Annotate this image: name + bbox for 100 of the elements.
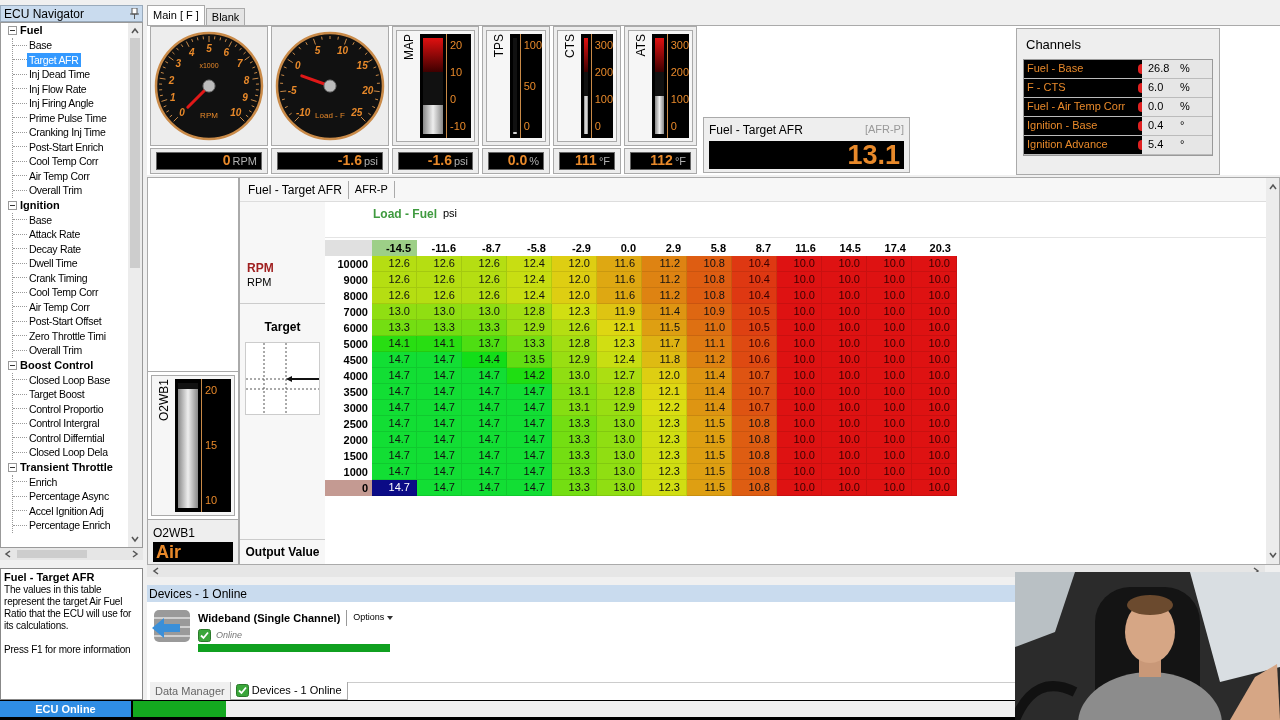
table-cell[interactable]: 12.0: [552, 256, 597, 272]
table-cell[interactable]: 10.0: [867, 288, 912, 304]
table-cell[interactable]: 10.0: [867, 400, 912, 416]
table-cell[interactable]: 10.8: [732, 416, 777, 432]
table-cell[interactable]: 14.7: [462, 464, 507, 480]
table-cell[interactable]: 13.1: [552, 384, 597, 400]
table-cell[interactable]: 13.0: [597, 416, 642, 432]
table-cell[interactable]: 10.0: [867, 272, 912, 288]
table-cell[interactable]: 10.0: [777, 336, 822, 352]
table-cell[interactable]: 10.0: [822, 400, 867, 416]
table-cell[interactable]: 10.4: [732, 272, 777, 288]
table-cell[interactable]: 10.0: [867, 384, 912, 400]
table-cell[interactable]: 10.0: [822, 384, 867, 400]
table-cell[interactable]: 14.7: [417, 400, 462, 416]
tree-item[interactable]: Crank Timing: [27, 270, 90, 285]
table-cell[interactable]: 10.0: [867, 320, 912, 336]
table-cell[interactable]: 12.7: [597, 368, 642, 384]
table-cell[interactable]: 10.0: [912, 416, 957, 432]
table-cell[interactable]: 14.7: [417, 448, 462, 464]
table-cell[interactable]: 12.8: [552, 336, 597, 352]
table-cell[interactable]: 12.6: [372, 256, 417, 272]
tree-item[interactable]: Inj Dead Time: [27, 67, 92, 82]
tree-item[interactable]: Cranking Inj Time: [27, 125, 108, 140]
table-cell[interactable]: 13.0: [462, 304, 507, 320]
table-cell[interactable]: 10.0: [822, 288, 867, 304]
table-cell[interactable]: 12.3: [642, 464, 687, 480]
table-cell[interactable]: 11.5: [642, 320, 687, 336]
table-cell[interactable]: 11.2: [687, 352, 732, 368]
tree-group[interactable]: Transient Throttle: [4, 459, 128, 475]
table-cell[interactable]: 13.3: [552, 480, 597, 496]
tree-item[interactable]: Prime Pulse Time: [27, 110, 109, 125]
table-cell[interactable]: 11.2: [642, 272, 687, 288]
table-cell[interactable]: 12.3: [642, 416, 687, 432]
table-cell[interactable]: 11.8: [642, 352, 687, 368]
table-cell[interactable]: 10.4: [732, 256, 777, 272]
table-cell[interactable]: 10.7: [732, 384, 777, 400]
table-cell[interactable]: 13.0: [417, 304, 462, 320]
table-cell[interactable]: 11.5: [687, 448, 732, 464]
tree-item[interactable]: Overall Trim: [27, 183, 84, 198]
table-cell[interactable]: 14.7: [507, 480, 552, 496]
table-cell[interactable]: 10.0: [912, 432, 957, 448]
table-cell[interactable]: 10.0: [912, 336, 957, 352]
table-cell[interactable]: 10.0: [912, 400, 957, 416]
table-cell[interactable]: 11.4: [687, 368, 732, 384]
table-cell[interactable]: 14.7: [462, 448, 507, 464]
table-cell[interactable]: 10.0: [777, 480, 822, 496]
table-cell[interactable]: 10.0: [822, 320, 867, 336]
table-cell[interactable]: 13.0: [597, 464, 642, 480]
table-cell[interactable]: 14.1: [417, 336, 462, 352]
table-cell[interactable]: 10.0: [867, 416, 912, 432]
table-cell[interactable]: 11.9: [597, 304, 642, 320]
table-cell[interactable]: 12.6: [417, 272, 462, 288]
table-cell[interactable]: 10.7: [732, 400, 777, 416]
table-cell[interactable]: 14.7: [372, 416, 417, 432]
column-header[interactable]: -14.5: [372, 240, 417, 256]
table-cell[interactable]: 12.4: [507, 288, 552, 304]
table-cell[interactable]: 10.0: [777, 432, 822, 448]
scroll-left-icon[interactable]: [151, 566, 161, 576]
table-cell[interactable]: 10.0: [777, 416, 822, 432]
table-cell[interactable]: 10.0: [777, 448, 822, 464]
table-cell[interactable]: 10.0: [822, 448, 867, 464]
table-cell[interactable]: 10.0: [912, 272, 957, 288]
table-cell[interactable]: 12.1: [642, 384, 687, 400]
tree-item[interactable]: Air Temp Corr: [27, 299, 92, 314]
table-cell[interactable]: 10.0: [777, 400, 822, 416]
table-cell[interactable]: 11.5: [687, 416, 732, 432]
table-cell[interactable]: 13.3: [552, 448, 597, 464]
tree-item[interactable]: Control Differntial: [27, 430, 107, 445]
tree-item[interactable]: Inj Firing Angle: [27, 96, 96, 111]
table-cell[interactable]: 10.0: [777, 352, 822, 368]
tree-item[interactable]: Closed Loop Base: [27, 372, 112, 387]
table-cell[interactable]: 14.7: [462, 432, 507, 448]
scroll-right-icon[interactable]: [130, 549, 140, 559]
tree-item[interactable]: Enrich: [27, 474, 59, 489]
table-cell[interactable]: 12.3: [597, 336, 642, 352]
table-cell[interactable]: 10.0: [822, 416, 867, 432]
table-cell[interactable]: 10.0: [912, 368, 957, 384]
table-cell[interactable]: 11.1: [687, 336, 732, 352]
table-cell[interactable]: 12.4: [597, 352, 642, 368]
table-cell[interactable]: 13.0: [597, 432, 642, 448]
scroll-left-icon[interactable]: [3, 549, 13, 559]
table-cell[interactable]: 11.6: [597, 272, 642, 288]
tree-item[interactable]: Accel Ignition Adj: [27, 503, 106, 518]
table-cell[interactable]: 13.3: [372, 320, 417, 336]
table-cell[interactable]: 10.8: [732, 464, 777, 480]
table-cell[interactable]: 10.0: [912, 448, 957, 464]
tree-item[interactable]: Air Temp Corr: [27, 168, 92, 183]
tree-item[interactable]: Cool Temp Corr: [27, 285, 101, 300]
table-cell[interactable]: 12.0: [552, 272, 597, 288]
table-cell[interactable]: 12.6: [462, 256, 507, 272]
table-cell[interactable]: 11.0: [687, 320, 732, 336]
tree-item[interactable]: Control Proportio: [27, 401, 106, 416]
table-cell[interactable]: 13.0: [372, 304, 417, 320]
table-cell[interactable]: 12.9: [507, 320, 552, 336]
table-cell[interactable]: 10.0: [777, 288, 822, 304]
table-cell[interactable]: 14.7: [462, 416, 507, 432]
table-cell[interactable]: 13.5: [507, 352, 552, 368]
table-cell[interactable]: 10.0: [867, 464, 912, 480]
table-cell[interactable]: 12.6: [462, 272, 507, 288]
table-cell[interactable]: 13.3: [552, 464, 597, 480]
